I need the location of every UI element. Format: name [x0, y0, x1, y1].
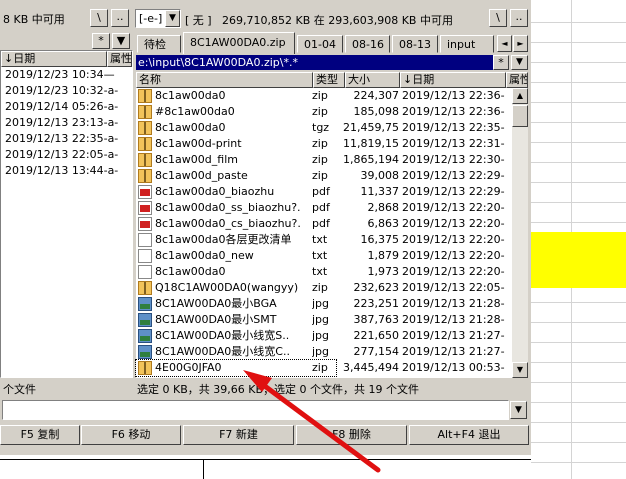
tab-1[interactable]: 8C1AW00DA0.zip [183, 32, 295, 54]
annotation-arrow-icon [243, 370, 381, 473]
